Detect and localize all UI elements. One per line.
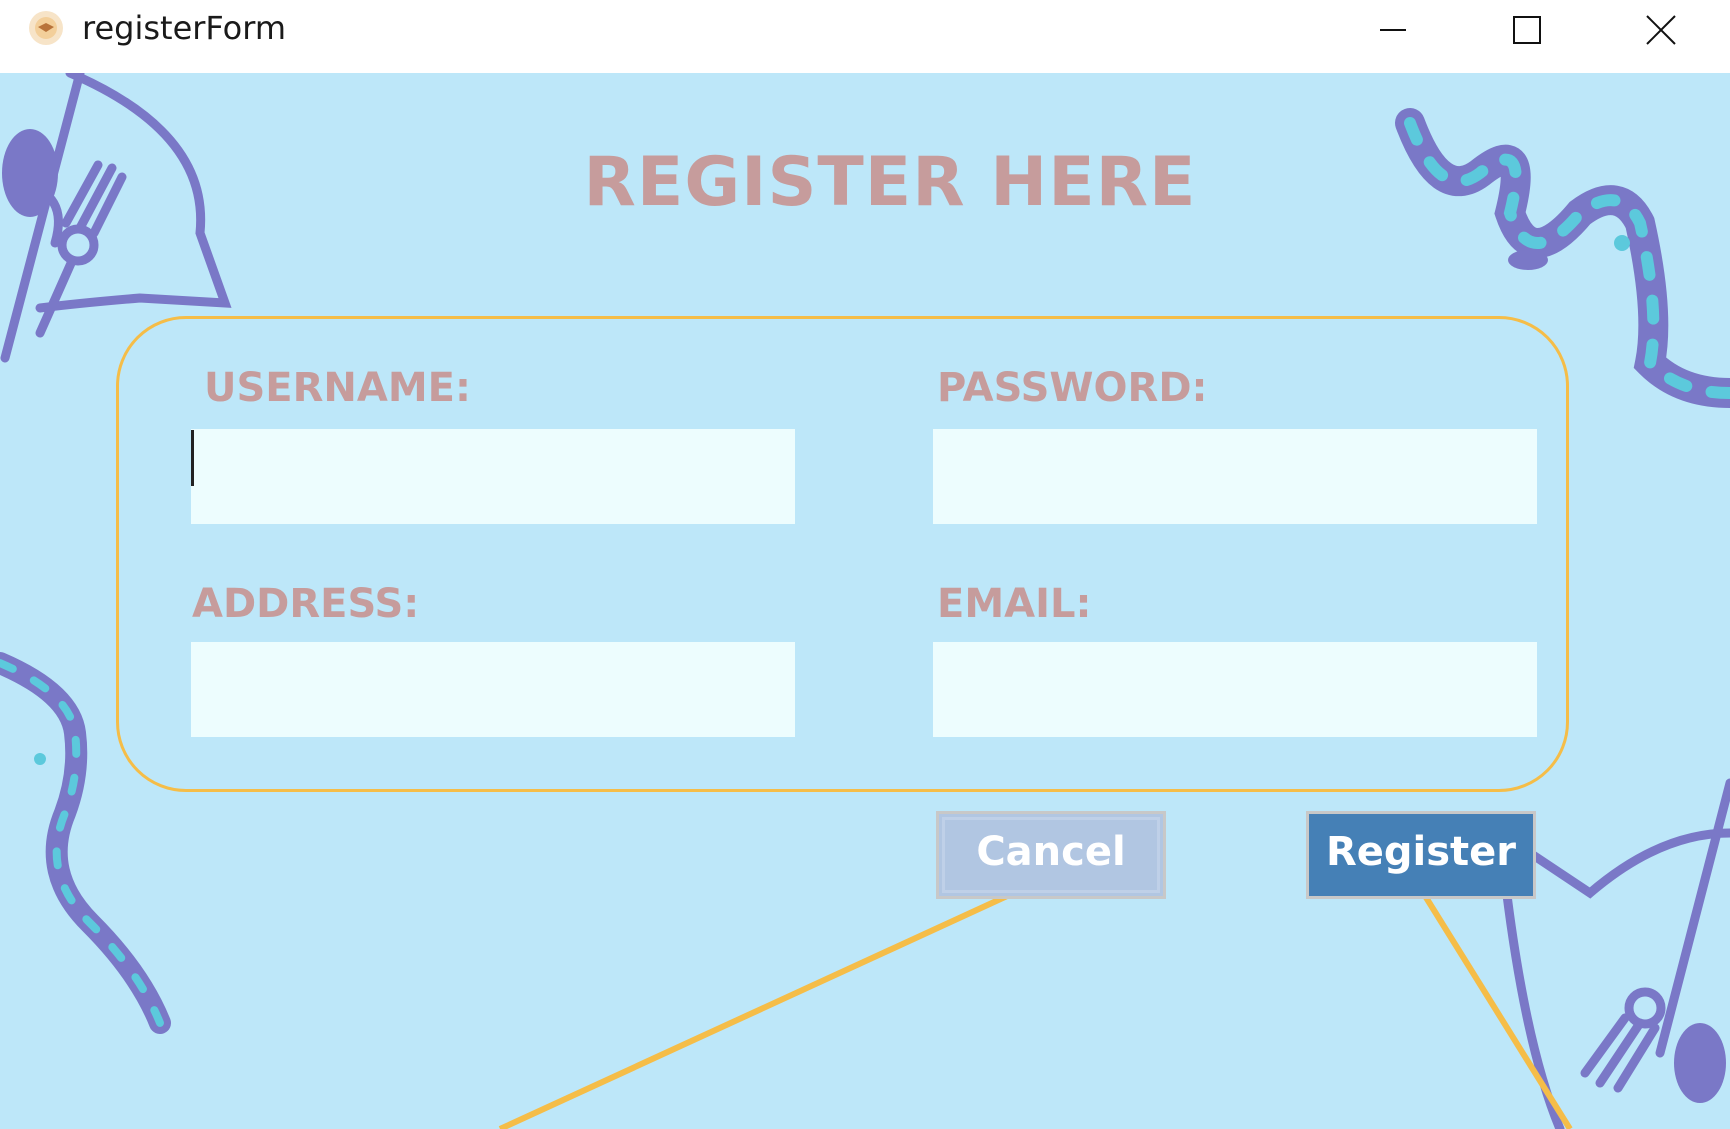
minimize-button[interactable] xyxy=(1328,0,1458,60)
register-button[interactable]: Register xyxy=(1306,811,1536,899)
cancel-button[interactable]: Cancel xyxy=(936,811,1166,899)
close-button[interactable] xyxy=(1596,0,1726,60)
text-caret xyxy=(191,430,194,486)
app-logo-icon xyxy=(29,11,63,45)
maximize-button[interactable] xyxy=(1462,0,1592,60)
title-bar: registerForm xyxy=(0,0,1730,73)
email-label: EMAIL: xyxy=(937,581,1092,627)
minimize-icon xyxy=(1380,29,1406,31)
connector-lines xyxy=(498,888,1573,1129)
form-heading: REGISTER HERE xyxy=(583,143,1197,222)
maximize-icon xyxy=(1513,16,1541,44)
close-icon xyxy=(1646,15,1676,45)
email-input[interactable] xyxy=(933,642,1537,737)
form-client-area: REGISTER HERE USERNAME: PASSWORD: ADDRES… xyxy=(0,73,1730,1129)
address-label: ADDRESS: xyxy=(192,581,420,627)
window-title: registerForm xyxy=(82,9,287,47)
username-input[interactable] xyxy=(191,429,795,524)
username-label: USERNAME: xyxy=(204,365,471,411)
address-input[interactable] xyxy=(191,642,795,737)
password-label: PASSWORD: xyxy=(937,365,1208,411)
password-input[interactable] xyxy=(933,429,1537,524)
